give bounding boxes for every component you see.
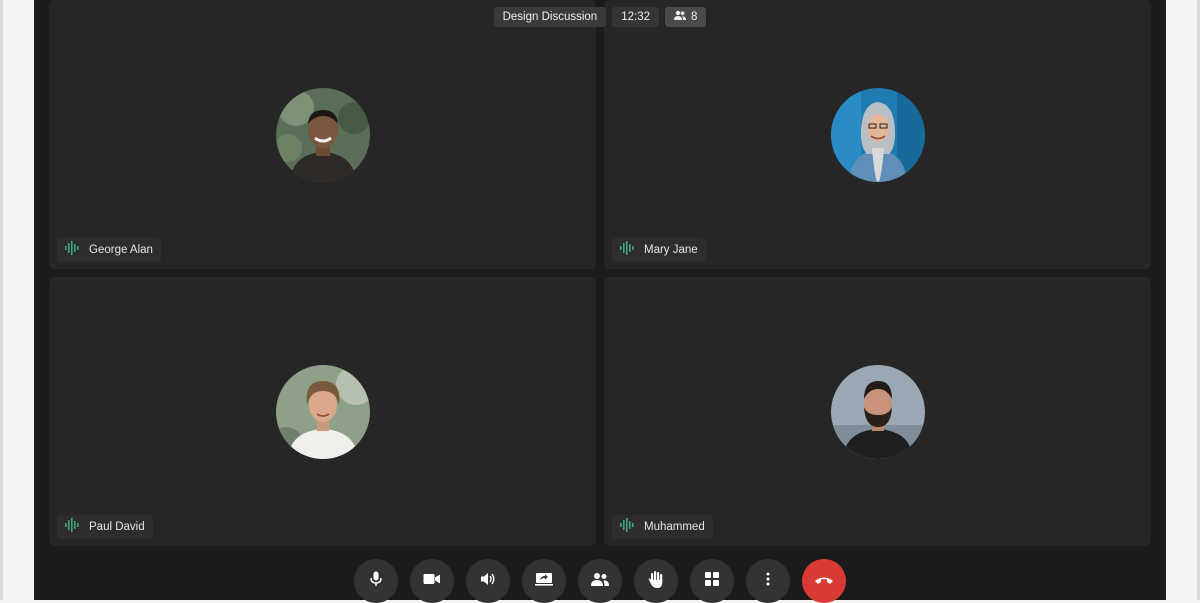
participants-count: 8 [690,11,698,23]
audio-wave-icon [619,240,635,260]
audio-wave-icon [64,240,80,260]
participant-name: George Alan [89,244,153,256]
participant-tile-paul-david[interactable]: Paul David [49,277,596,546]
layout-button[interactable] [690,559,734,603]
meeting-info-bar: Design Discussion 12:32 8 [34,7,1166,27]
participant-name: Paul David [89,521,145,533]
screen-share-icon [535,572,553,591]
more-options-button[interactable] [746,559,790,603]
mute-button[interactable] [354,559,398,603]
participants-icon [591,572,609,591]
participant-nametag: Muhammed [612,515,713,539]
grid-layout-icon [705,571,719,591]
video-camera-icon [423,572,441,590]
call-controls-bar [34,559,1166,603]
participant-nametag: Paul David [57,515,153,539]
share-screen-button[interactable] [522,559,566,603]
participant-nametag: George Alan [57,238,161,262]
audio-wave-icon [619,517,635,537]
raise-hand-button[interactable] [634,559,678,603]
avatar [830,87,925,182]
audio-wave-icon [64,517,80,537]
meeting-title: Design Discussion [493,7,607,27]
participant-name: Muhammed [644,521,705,533]
raise-hand-icon [648,570,664,593]
participants-count-badge[interactable]: 8 [664,7,707,27]
more-options-icon [766,572,770,591]
speaker-icon [480,572,496,591]
participant-tile-mary-jane[interactable]: Mary Jane [604,0,1151,269]
camera-button[interactable] [410,559,454,603]
audio-output-button[interactable] [466,559,510,603]
participants-button[interactable] [578,559,622,603]
meeting-time: 12:32 [612,7,659,27]
avatar [275,364,370,459]
participant-tile-george-alan[interactable]: George Alan [49,0,596,269]
participant-nametag: Mary Jane [612,238,706,262]
video-call-window: Design Discussion 12:32 8 George Alan Ma… [34,0,1166,603]
end-call-button[interactable] [802,559,846,603]
avatar [830,364,925,459]
participant-tile-muhammed[interactable]: Muhammed [604,277,1151,546]
microphone-icon [369,571,383,592]
end-call-icon [814,572,834,590]
avatar [275,87,370,182]
people-icon [673,7,686,27]
participant-name: Mary Jane [644,244,698,256]
page-edge-left [0,0,3,600]
